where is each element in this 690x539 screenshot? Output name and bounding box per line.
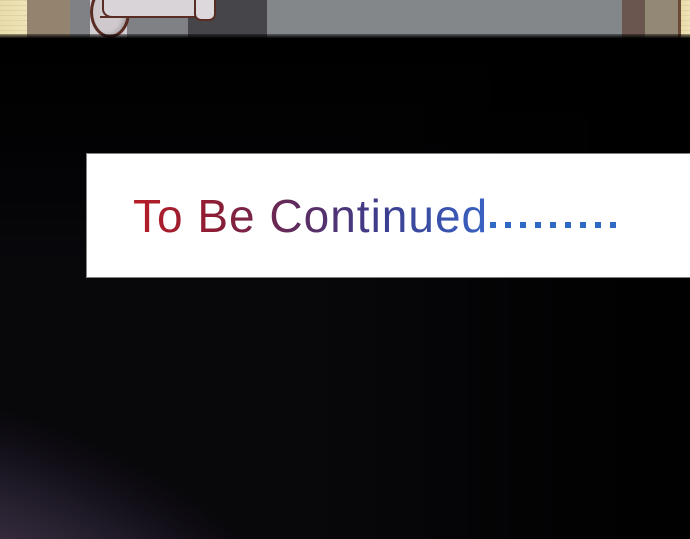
ellipsis-dot (595, 221, 602, 228)
strip-band-wood-frame-right (681, 0, 690, 38)
door-handle-lever (102, 0, 216, 21)
comic-panel: To Be Continued (0, 0, 690, 539)
banner-text-row: To Be Continued (133, 189, 617, 242)
door-handle-icon (88, 0, 218, 38)
ellipsis-dot (535, 221, 542, 228)
ellipsis-dot (565, 221, 572, 228)
ellipsis-dot (610, 221, 617, 228)
strip-band-door-panel-grey (267, 0, 622, 38)
ellipsis-dots (490, 193, 617, 239)
strip-band-door-edge-brown (622, 0, 645, 38)
strip-band-door-edge-taupe (27, 0, 70, 38)
top-illustration-strip (0, 0, 690, 38)
ellipsis-dot (505, 221, 512, 228)
ellipsis-dot (580, 221, 587, 228)
to-be-continued-banner: To Be Continued (87, 154, 690, 277)
ellipsis-dot (490, 221, 497, 228)
strip-band-door-edge-taupe-right (645, 0, 678, 38)
strip-band-wood-frame-left (0, 0, 27, 38)
ellipsis-dot (550, 221, 557, 228)
strip-band-door-shadow-grey (70, 0, 90, 38)
to-be-continued-heading: To Be Continued (133, 189, 489, 242)
ellipsis-dot (520, 221, 527, 228)
strip-bottom-shadow (0, 34, 690, 38)
